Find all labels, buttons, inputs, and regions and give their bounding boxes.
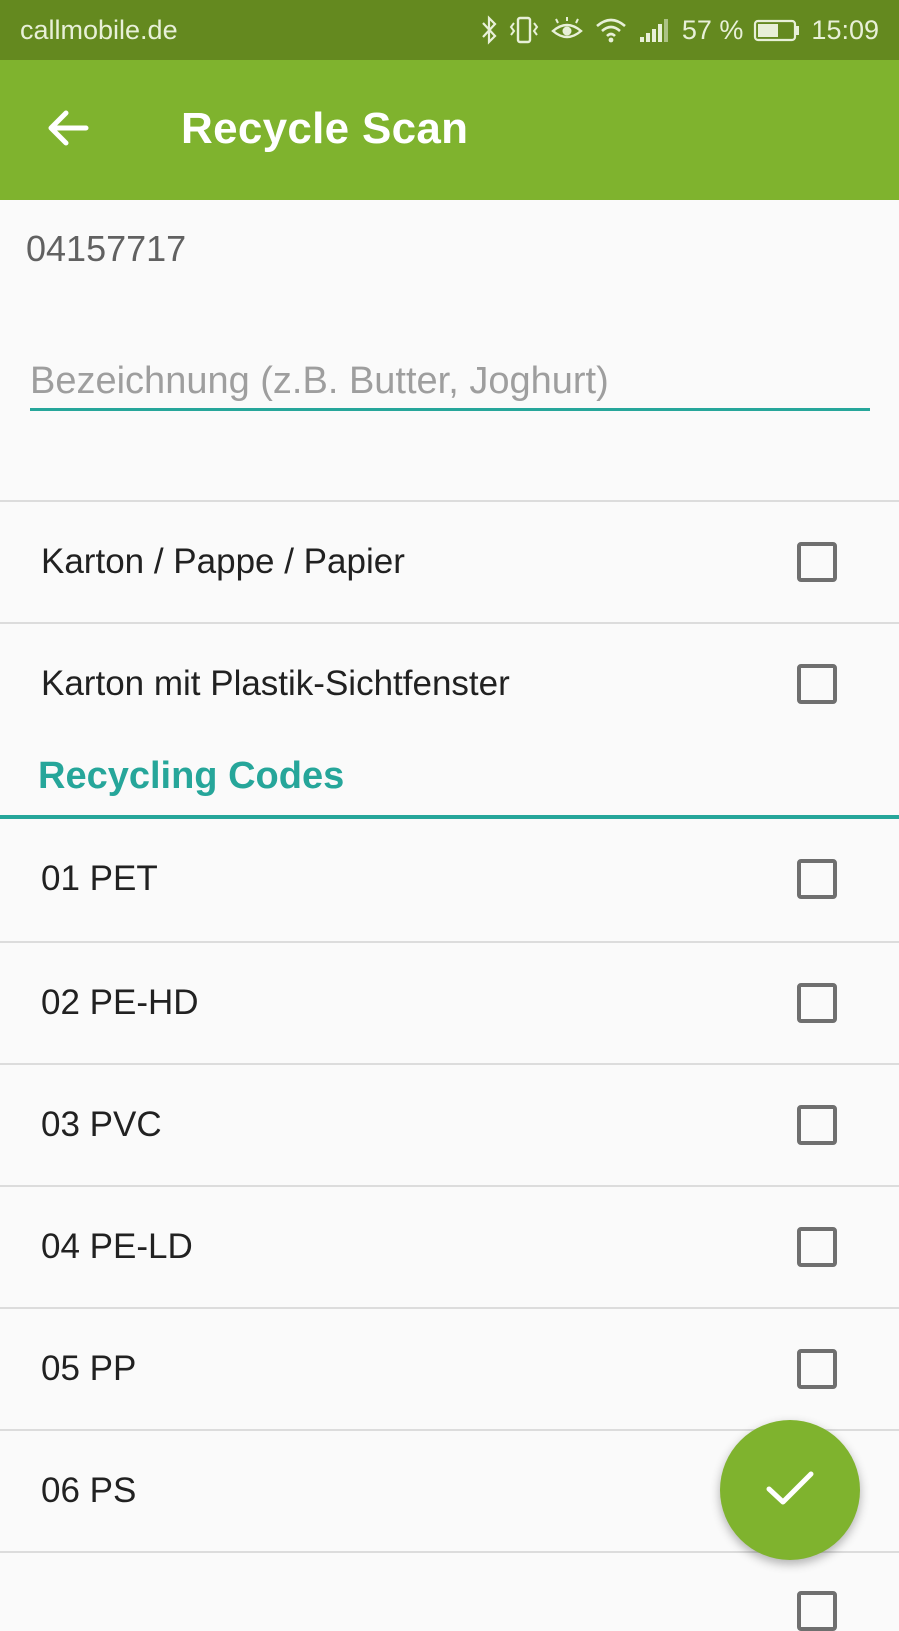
list-item-04-pe-ld[interactable]: 04 PE-LD [0, 1185, 899, 1307]
eye-icon [550, 15, 584, 45]
product-name-input[interactable] [30, 355, 870, 411]
section-header-recycling-codes: Recycling Codes [38, 755, 345, 797]
list-item[interactable] [0, 1551, 899, 1631]
list-item-label: 04 PE-LD [41, 1227, 193, 1266]
checkbox[interactable] [797, 859, 837, 899]
list-item-karton-plastik-sichtfenster[interactable]: Karton mit Plastik-Sichtfenster [0, 622, 899, 744]
list-item-03-pvc[interactable]: 03 PVC [0, 1063, 899, 1185]
checkbox[interactable] [797, 1349, 837, 1389]
barcode-number: 04157717 [26, 228, 187, 269]
list-item-05-pp[interactable]: 05 PP [0, 1307, 899, 1429]
list-item-karton-pappe-papier[interactable]: Karton / Pappe / Papier [0, 500, 899, 622]
vibrate-icon [508, 15, 540, 45]
bluetooth-icon [480, 15, 498, 45]
list-item-01-pet[interactable]: 01 PET [0, 819, 899, 941]
status-bar: callmobile.de 57 % 15:09 [0, 0, 899, 60]
status-icons: 57 % 15:09 [480, 15, 879, 46]
list-item-label: Karton / Pappe / Papier [41, 542, 405, 581]
checkbox[interactable] [797, 1105, 837, 1145]
list-item-label: 01 PET [41, 859, 158, 898]
checkbox[interactable] [797, 542, 837, 582]
page-title: Recycle Scan [181, 104, 469, 153]
signal-icon [638, 15, 672, 45]
battery-percent: 57 % [681, 14, 744, 45]
app-bar: Recycle Scan [0, 60, 899, 200]
list-item-02-pe-hd[interactable]: 02 PE-HD [0, 941, 899, 1063]
list-item-label: Karton mit Plastik-Sichtfenster [41, 664, 510, 703]
list-item-label: 02 PE-HD [41, 983, 199, 1022]
battery-icon [753, 15, 801, 45]
wifi-icon [594, 15, 628, 45]
list-item-label: 06 PS [41, 1471, 137, 1510]
back-button[interactable] [38, 102, 98, 158]
carrier-label: callmobile.de [20, 14, 178, 45]
list-item-label: 05 PP [41, 1349, 137, 1388]
confirm-fab-button[interactable] [720, 1420, 860, 1560]
arrow-back-icon [46, 108, 90, 153]
checkbox[interactable] [797, 983, 837, 1023]
checkbox[interactable] [797, 664, 837, 704]
list-item-label: 03 PVC [41, 1105, 162, 1144]
checkbox[interactable] [797, 1591, 837, 1631]
clock: 15:09 [811, 14, 879, 45]
checkbox[interactable] [797, 1227, 837, 1267]
check-icon [764, 1468, 816, 1513]
